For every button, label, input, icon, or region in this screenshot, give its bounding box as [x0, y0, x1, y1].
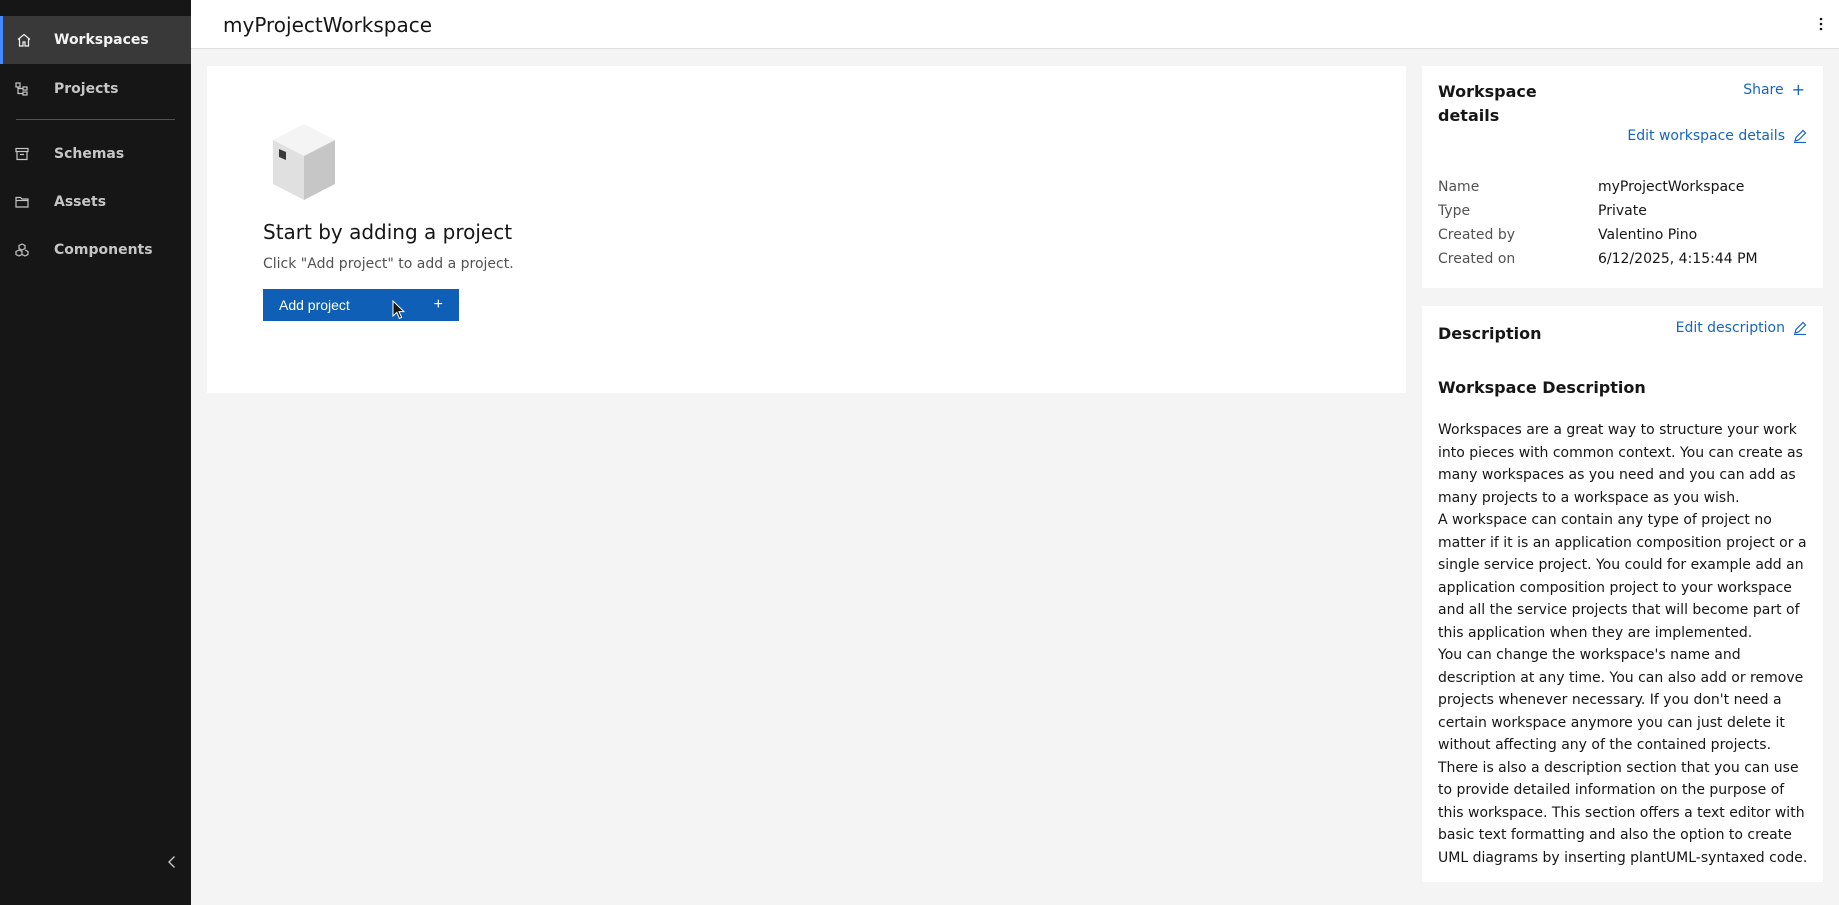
add-project-button[interactable]: Add project +	[263, 289, 459, 321]
description-paragraph: There is also a description section that…	[1438, 759, 1808, 866]
field-label: Type	[1438, 203, 1471, 219]
field-value: myProjectWorkspace	[1598, 179, 1745, 195]
overflow-menu-icon	[1819, 17, 1823, 31]
plus-icon: +	[1791, 80, 1805, 99]
sidebar-item-projects[interactable]: Projects	[0, 65, 191, 113]
description-paragraph: You can change the workspace's name and …	[1438, 647, 1804, 753]
share-button[interactable]: Share +	[1743, 80, 1805, 99]
description-heading: Workspace Description	[1438, 378, 1646, 397]
side-nav: Workspaces Projects Schemas Assets Compo…	[0, 0, 191, 905]
sidebar-item-components[interactable]: Components	[0, 226, 191, 274]
description-paragraph: A workspace can contain any type of proj…	[1438, 512, 1807, 641]
description-panel: Description Edit description Workspace D…	[1422, 306, 1823, 882]
page-header: myProjectWorkspace	[191, 0, 1839, 49]
field-value: Private	[1598, 203, 1647, 219]
sidebar-item-label: Components	[54, 242, 153, 258]
empty-state-subtitle: Click "Add project" to add a project.	[263, 256, 514, 272]
field-label: Created by	[1438, 227, 1516, 243]
sidebar-item-workspaces[interactable]: Workspaces	[0, 16, 191, 64]
edit-workspace-details-button[interactable]: Edit workspace details	[1627, 128, 1807, 144]
edit-workspace-details-label: Edit workspace details	[1627, 128, 1785, 144]
field-label: Name	[1438, 179, 1480, 195]
sidebar-item-schemas[interactable]: Schemas	[0, 130, 191, 178]
description-paragraph: Workspaces are a great way to structure …	[1438, 422, 1803, 506]
panel-title: Workspace details	[1438, 82, 1537, 125]
edit-description-label: Edit description	[1675, 320, 1785, 336]
folder-icon	[0, 194, 54, 210]
chevron-left-icon	[168, 856, 175, 868]
edit-description-button[interactable]: Edit description	[1676, 320, 1807, 336]
sidebar-item-label: Schemas	[54, 146, 125, 162]
sidebar-item-label: Assets	[54, 194, 107, 210]
cubes-icon	[0, 242, 54, 258]
edit-icon	[1794, 321, 1807, 335]
sidebar-item-assets[interactable]: Assets	[0, 178, 191, 226]
box-illustration-icon	[273, 124, 335, 200]
home-icon	[3, 32, 54, 48]
overflow-menu-button[interactable]	[1809, 12, 1833, 36]
plus-icon: +	[433, 296, 443, 313]
field-value: Valentino Pino	[1598, 227, 1698, 243]
tree-icon	[0, 81, 54, 97]
sidebar-item-label: Projects	[54, 81, 119, 97]
archive-icon	[0, 146, 54, 162]
page-title: myProjectWorkspace	[223, 13, 433, 37]
sidebar-item-label: Workspaces	[54, 32, 149, 48]
nav-divider	[16, 119, 175, 120]
add-project-label: Add project	[279, 297, 350, 313]
field-label: Created on	[1438, 251, 1516, 267]
empty-state-title: Start by adding a project	[263, 220, 513, 244]
edit-icon	[1794, 129, 1807, 143]
empty-state-card: Start by adding a project Click "Add pro…	[207, 66, 1406, 393]
collapse-sidebar-button[interactable]	[160, 850, 184, 874]
share-label: Share	[1743, 81, 1784, 98]
panel-title: Description	[1438, 324, 1542, 343]
workspace-details-panel: Workspace details Share + Edit workspace…	[1422, 66, 1823, 288]
field-value: 6/12/2025, 4:15:44 PM	[1598, 251, 1758, 267]
description-body: Workspaces are a great way to structure …	[1438, 419, 1810, 869]
